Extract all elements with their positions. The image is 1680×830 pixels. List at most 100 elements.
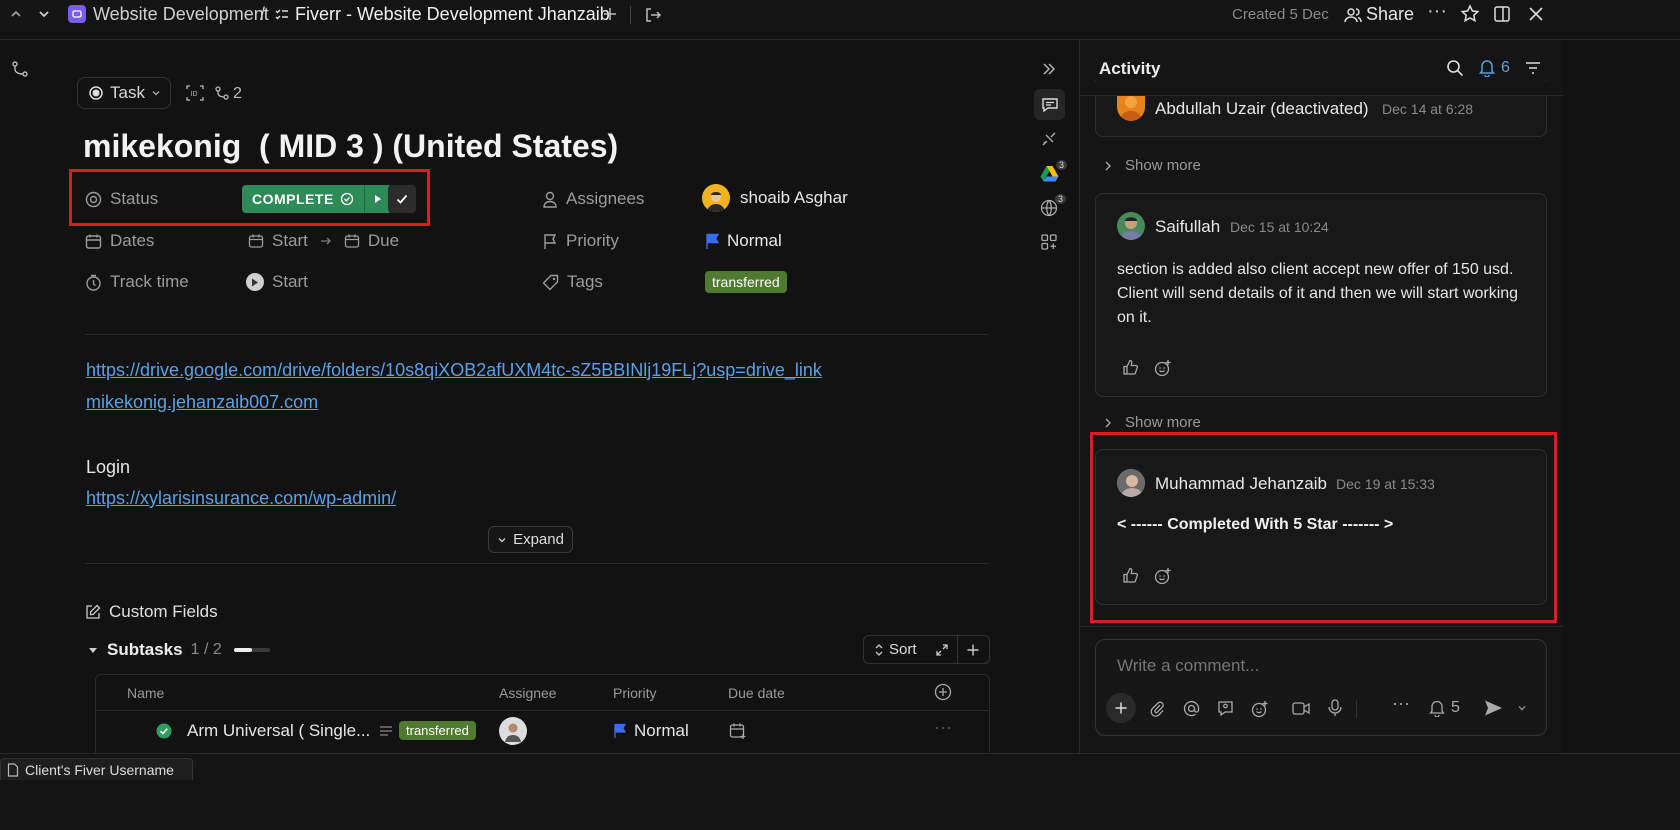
more-icon[interactable]: ···	[1427, 0, 1447, 23]
collapse-panel-icon[interactable]	[1041, 61, 1057, 77]
comment-time[interactable]: Dec 19 at 15:33	[1336, 476, 1435, 492]
comment-author[interactable]: Muhammad Jehanzaib	[1155, 474, 1327, 494]
breadcrumb-space[interactable]: Website Development	[93, 4, 269, 25]
wp-admin-link[interactable]: https://xylarisinsurance.com/wp-admin/	[86, 488, 396, 509]
column-header-name[interactable]: Name	[127, 685, 164, 701]
filter-icon[interactable]	[1524, 60, 1542, 76]
complete-check-icon[interactable]	[156, 723, 172, 739]
due-date[interactable]: Due	[368, 231, 399, 251]
google-drive-icon[interactable]: 3	[1040, 160, 1067, 182]
date-range-picker[interactable]: Start Due	[248, 231, 399, 251]
status-control: COMPLETE	[242, 185, 392, 213]
avatar[interactable]	[499, 717, 527, 745]
comment-input[interactable]	[1117, 654, 1517, 678]
plus-icon[interactable]	[602, 6, 618, 22]
space-icon	[68, 5, 86, 23]
assignee-chip[interactable]: shoaib Asghar	[702, 184, 848, 212]
column-header-due-date[interactable]: Due date	[728, 685, 785, 701]
notifications-button[interactable]: 6	[1478, 58, 1510, 77]
emoji-icon[interactable]	[1251, 700, 1269, 718]
site-link[interactable]: mikekonig.jehanzaib007.com	[86, 392, 318, 413]
start-date[interactable]: Start	[272, 231, 308, 251]
task-type-selector[interactable]: Task	[77, 77, 171, 109]
task-id-icon[interactable]: ID	[186, 85, 204, 101]
add-reaction-icon[interactable]	[1154, 359, 1172, 377]
share-button[interactable]: Share	[1366, 4, 1414, 25]
show-more-2[interactable]: Show more	[1103, 414, 1201, 431]
relations-count[interactable]: 2	[233, 85, 242, 103]
custom-fields-header[interactable]: Custom Fields	[85, 602, 218, 622]
sidebar-toggle-icon[interactable]	[1493, 5, 1511, 23]
show-more-1[interactable]: Show more	[1103, 157, 1201, 174]
subtasks-header[interactable]: Subtasks 1 / 2	[87, 640, 270, 660]
integrations-icon[interactable]	[1040, 130, 1058, 148]
svg-text:ID: ID	[191, 91, 198, 98]
video-icon[interactable]	[1292, 701, 1311, 716]
comments-tab-icon[interactable]	[1034, 89, 1065, 120]
mention-icon[interactable]	[1183, 700, 1200, 717]
comment-author[interactable]: Saifullah	[1155, 217, 1220, 237]
subtask-priority[interactable]: Normal	[613, 721, 689, 741]
comment-composer: ··· 5	[1095, 639, 1547, 736]
add-attachment-button[interactable]	[1106, 693, 1136, 723]
notification-count: 6	[1501, 58, 1510, 76]
due-date-icon	[344, 233, 360, 249]
assign-comment-icon[interactable]	[1217, 700, 1234, 717]
star-icon[interactable]	[1460, 4, 1480, 24]
created-date: Created 5 Dec	[1232, 6, 1329, 23]
relationship-icon[interactable]	[11, 60, 29, 78]
thumbs-up-icon[interactable]	[1122, 359, 1139, 376]
breadcrumb-list[interactable]: Fiverr - Website Development Jhanzaib	[295, 4, 610, 25]
topbar-divider	[630, 6, 631, 24]
add-column-icon[interactable]	[934, 683, 952, 701]
expand-arrows-button[interactable]	[927, 636, 957, 663]
calendar-add-icon[interactable]	[729, 722, 747, 740]
add-subtask-button[interactable]	[956, 636, 988, 663]
row-more-icon[interactable]: ···	[934, 717, 952, 738]
sort-button[interactable]: Sort	[864, 636, 927, 663]
thumbs-up-icon[interactable]	[1122, 567, 1139, 584]
comment-time[interactable]: Dec 15 at 10:24	[1230, 219, 1329, 235]
sort-icon	[875, 643, 883, 656]
users-icon	[1343, 5, 1363, 25]
column-header-assignee[interactable]: Assignee	[499, 685, 557, 701]
timer-icon	[85, 274, 102, 291]
chevron-down-icon[interactable]	[37, 7, 51, 21]
login-heading: Login	[86, 457, 131, 477]
play-circle-icon	[246, 273, 264, 291]
move-out-icon[interactable]	[644, 6, 662, 24]
chevron-right-icon	[1105, 161, 1111, 170]
comment-time[interactable]: Dec 14 at 6:28	[1382, 101, 1473, 117]
send-options-chevron-icon[interactable]	[1517, 703, 1527, 713]
expand-button[interactable]: Expand	[488, 526, 573, 553]
add-reaction-icon[interactable]	[1154, 567, 1172, 585]
send-icon[interactable]	[1484, 699, 1503, 717]
mark-complete-button[interactable]	[388, 185, 416, 213]
more-options-icon[interactable]: ···	[1392, 693, 1410, 714]
play-icon	[375, 195, 382, 203]
relations-icon[interactable]	[214, 85, 230, 101]
tag-chip[interactable]: transferred	[705, 271, 787, 293]
task-title[interactable]: mikekonig ( MID 3 ) (United States)	[83, 128, 618, 165]
subtask-tag[interactable]: transferred	[399, 721, 476, 740]
search-icon[interactable]	[1446, 59, 1464, 77]
priority-value[interactable]: Normal	[705, 231, 782, 251]
tag-icon	[542, 274, 559, 291]
bell-icon	[1479, 60, 1495, 77]
microphone-icon[interactable]	[1327, 699, 1343, 717]
paperclip-icon[interactable]	[1149, 700, 1165, 718]
track-time-start-button[interactable]: Start	[246, 272, 308, 292]
bottom-doc-tab[interactable]: Client's Fiver Username	[0, 758, 193, 780]
close-icon[interactable]	[1527, 5, 1545, 23]
table-row[interactable]: Arm Universal ( Single... transferred No…	[96, 711, 989, 753]
apps-add-icon[interactable]	[1040, 233, 1058, 251]
avatar	[702, 184, 730, 212]
subtask-name[interactable]: Arm Universal ( Single...	[187, 721, 370, 741]
globe-icon[interactable]: 3	[1040, 194, 1066, 217]
column-header-priority[interactable]: Priority	[613, 685, 657, 701]
comment-author[interactable]: Abdullah Uzair (deactivated)	[1155, 99, 1369, 119]
watchers-button[interactable]: 5	[1429, 699, 1460, 717]
drive-link[interactable]: https://drive.google.com/drive/folders/1…	[86, 360, 822, 381]
status-button[interactable]: COMPLETE	[242, 185, 364, 213]
chevron-up-icon[interactable]	[9, 7, 23, 21]
